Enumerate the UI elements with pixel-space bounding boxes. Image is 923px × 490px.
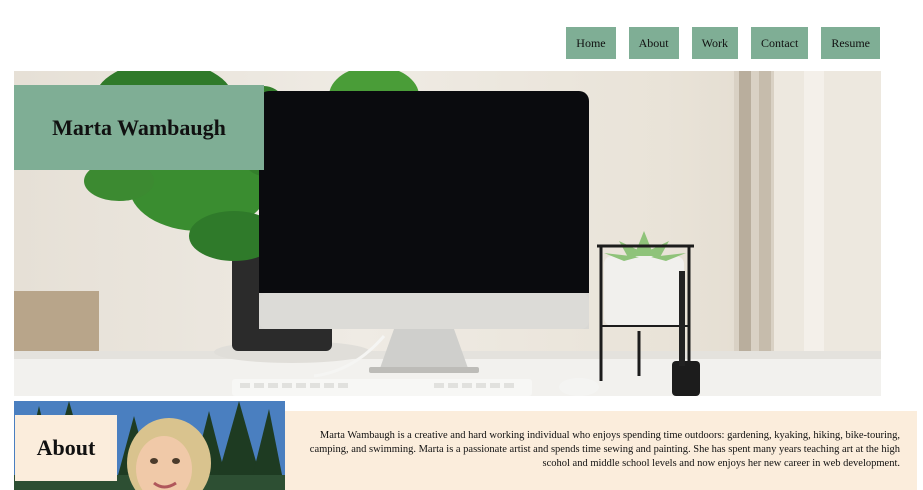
nav-resume-button[interactable]: Resume — [821, 27, 880, 59]
about-heading: About — [36, 435, 96, 460]
nav-work-button[interactable]: Work — [691, 27, 738, 59]
name-banner: Marta Wambaugh — [14, 85, 264, 170]
about-description: Marta Wambaugh is a creative and hard wo… — [309, 430, 900, 469]
about-text-panel: Marta Wambaugh is a creative and hard wo… — [285, 411, 917, 490]
nav-about-button[interactable]: About — [628, 27, 679, 59]
main-nav: Home About Work Contact Resume — [566, 27, 880, 59]
nav-contact-button[interactable]: Contact — [751, 27, 809, 59]
site-title: Marta Wambaugh — [52, 114, 226, 140]
about-heading-box: About — [15, 415, 117, 481]
nav-home-button[interactable]: Home — [566, 27, 616, 59]
